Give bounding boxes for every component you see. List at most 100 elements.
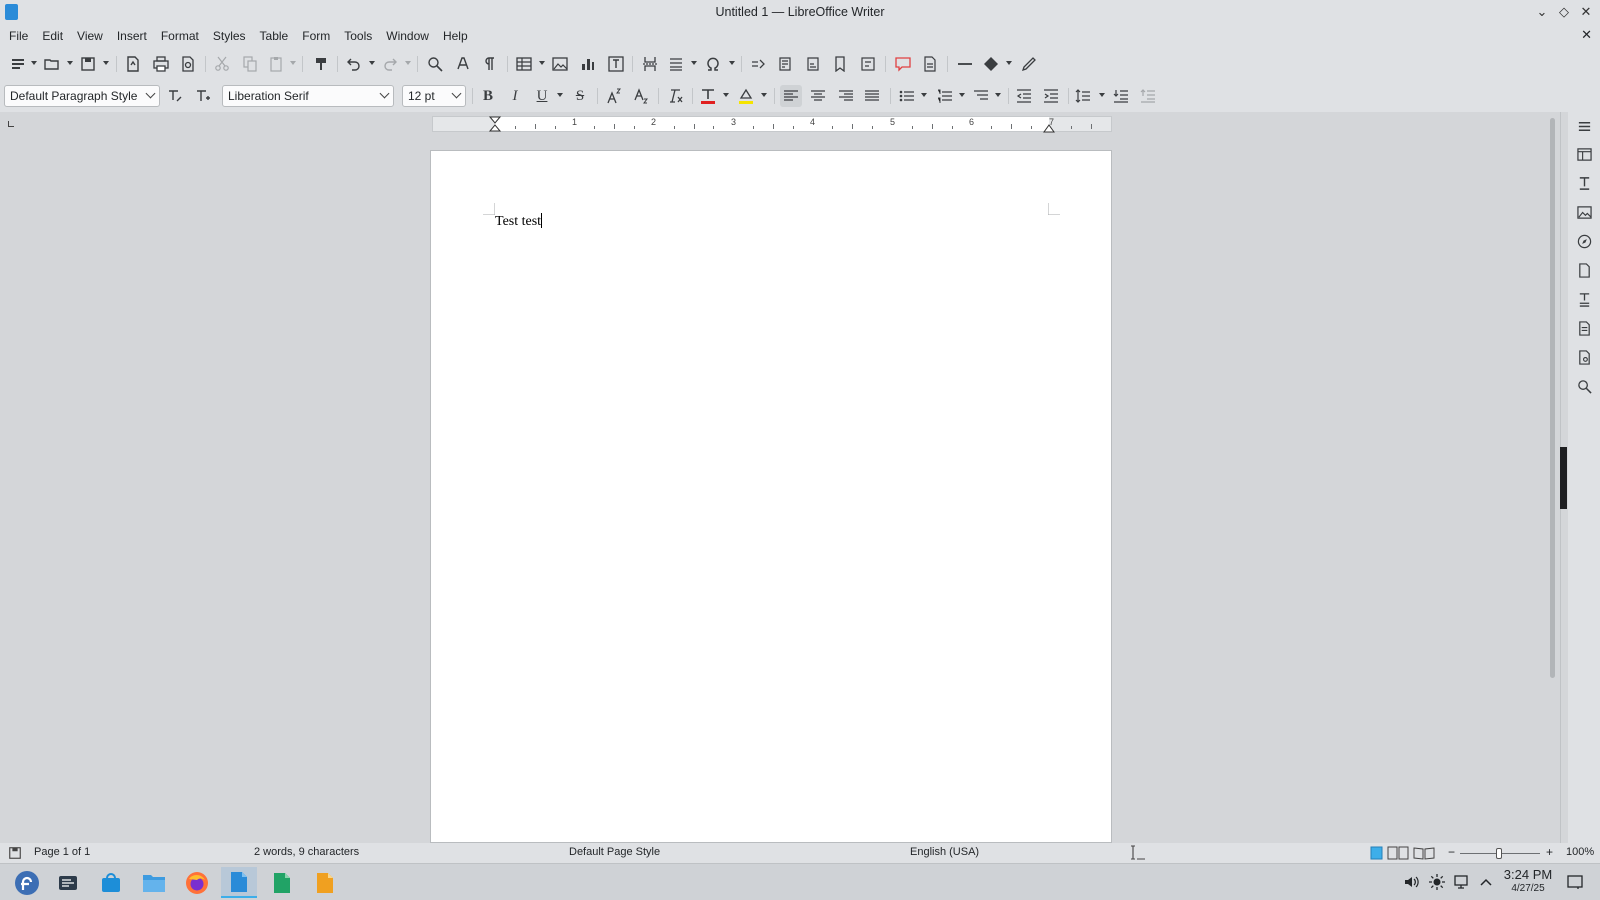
- table-dropdown-icon[interactable]: [539, 61, 545, 65]
- page-style-status[interactable]: Default Page Style: [569, 846, 660, 858]
- redo-icon[interactable]: [380, 54, 400, 74]
- subscript-icon[interactable]: [631, 86, 651, 106]
- libreoffice-impress-taskbar-icon[interactable]: [307, 867, 343, 898]
- italic-button[interactable]: I: [505, 86, 525, 106]
- footnote-icon[interactable]: [775, 54, 795, 74]
- align-center-button[interactable]: [808, 86, 828, 106]
- sidebar-properties-icon[interactable]: [1574, 144, 1594, 164]
- special-character-dropdown-icon[interactable]: [729, 61, 735, 65]
- insert-chart-icon[interactable]: [578, 54, 598, 74]
- document-modified-icon[interactable]: [8, 846, 22, 860]
- new-document-icon[interactable]: [8, 54, 28, 74]
- document-page[interactable]: Test test: [430, 150, 1112, 843]
- bookmark-icon[interactable]: [830, 54, 850, 74]
- font-size-combo[interactable]: 12 pt: [402, 85, 466, 107]
- highlight-dropdown-icon[interactable]: [761, 93, 767, 97]
- save-dropdown-icon[interactable]: [103, 61, 109, 65]
- book-view-icon[interactable]: [1413, 846, 1435, 860]
- undo-dropdown-icon[interactable]: [369, 61, 375, 65]
- sidebar-style-inspector-icon[interactable]: [1574, 289, 1594, 309]
- selection-mode-icon[interactable]: [1128, 845, 1148, 861]
- tab-stop-selector-icon[interactable]: [8, 121, 14, 127]
- zoom-slider-handle[interactable]: [1496, 848, 1502, 859]
- new-style-icon[interactable]: [193, 86, 213, 106]
- sidebar-gallery-icon[interactable]: [1574, 202, 1594, 222]
- zoom-in-button[interactable]: +: [1546, 845, 1553, 859]
- paste-dropdown-icon[interactable]: [290, 61, 296, 65]
- unordered-list-dropdown-icon[interactable]: [921, 93, 927, 97]
- brightness-icon[interactable]: [1428, 873, 1446, 891]
- file-manager-icon[interactable]: [136, 867, 172, 898]
- libreoffice-writer-taskbar-icon[interactable]: [221, 867, 257, 898]
- justify-button[interactable]: [862, 86, 882, 106]
- track-changes-icon[interactable]: [920, 54, 940, 74]
- sidebar-styles-icon[interactable]: [1574, 173, 1594, 193]
- menu-help[interactable]: Help: [436, 24, 475, 48]
- field-dropdown-icon[interactable]: [691, 61, 697, 65]
- copy-icon[interactable]: [240, 54, 260, 74]
- network-icon[interactable]: [1453, 873, 1471, 891]
- menu-tools[interactable]: Tools: [337, 24, 379, 48]
- undo-icon[interactable]: [344, 54, 364, 74]
- font-name-combo[interactable]: Liberation Serif: [222, 85, 394, 107]
- maximize-button[interactable]: ◇: [1554, 2, 1574, 22]
- endnote-icon[interactable]: [803, 54, 823, 74]
- strikethrough-button[interactable]: S: [570, 86, 590, 106]
- increase-indent-icon[interactable]: [1041, 86, 1061, 106]
- clock[interactable]: 3:24 PM 4/27/25: [1496, 867, 1560, 895]
- sidebar-collapse-handle[interactable]: [1560, 447, 1567, 509]
- save-icon[interactable]: [78, 54, 98, 74]
- zoom-level[interactable]: 100%: [1566, 846, 1594, 858]
- sidebar-menu-icon[interactable]: [1574, 116, 1594, 136]
- libreoffice-calc-taskbar-icon[interactable]: [264, 867, 300, 898]
- single-page-view-icon[interactable]: [1370, 846, 1383, 860]
- cut-icon[interactable]: [212, 54, 232, 74]
- shapes-dropdown-icon[interactable]: [1006, 61, 1012, 65]
- outline-dropdown-icon[interactable]: [995, 93, 1001, 97]
- menu-insert[interactable]: Insert: [110, 24, 154, 48]
- insert-image-icon[interactable]: [550, 54, 570, 74]
- system-tray-expand-icon[interactable]: [1477, 873, 1495, 891]
- indent-marker-icon[interactable]: [489, 116, 501, 132]
- menu-file[interactable]: File: [2, 24, 35, 48]
- decrease-paragraph-spacing-icon[interactable]: [1138, 86, 1158, 106]
- ordered-list-icon[interactable]: [935, 86, 955, 106]
- new-dropdown-icon[interactable]: [31, 61, 37, 65]
- document-body-text[interactable]: Test test: [495, 213, 543, 230]
- close-document-icon[interactable]: ✕: [1581, 27, 1592, 43]
- vertical-scrollbar[interactable]: [1546, 112, 1560, 843]
- align-left-button[interactable]: [780, 85, 802, 107]
- cross-reference-icon[interactable]: [858, 54, 878, 74]
- volume-icon[interactable]: [1402, 873, 1420, 891]
- sidebar-page-icon[interactable]: [1574, 260, 1594, 280]
- hyperlink-icon[interactable]: [748, 54, 768, 74]
- menu-format[interactable]: Format: [154, 24, 206, 48]
- print-preview-icon[interactable]: [178, 54, 198, 74]
- software-store-icon[interactable]: [93, 867, 129, 898]
- insert-textbox-icon[interactable]: [606, 54, 626, 74]
- insert-table-icon[interactable]: [514, 54, 534, 74]
- highlight-color-icon[interactable]: [736, 86, 756, 106]
- horizontal-ruler[interactable]: 1 2 3 4 5 6 7: [432, 116, 1112, 133]
- sidebar-navigator-icon[interactable]: [1574, 231, 1594, 251]
- insert-field-icon[interactable]: [666, 54, 686, 74]
- right-indent-marker-icon[interactable]: [1043, 123, 1055, 133]
- open-dropdown-icon[interactable]: [67, 61, 73, 65]
- paste-icon[interactable]: [266, 54, 286, 74]
- line-spacing-icon[interactable]: [1073, 86, 1093, 106]
- sidebar-design-icon[interactable]: [1574, 347, 1594, 367]
- page-count[interactable]: Page 1 of 1: [34, 846, 90, 858]
- redo-dropdown-icon[interactable]: [405, 61, 411, 65]
- print-icon[interactable]: [151, 54, 171, 74]
- menu-table[interactable]: Table: [253, 24, 296, 48]
- font-color-icon[interactable]: [698, 86, 718, 106]
- decrease-indent-icon[interactable]: [1014, 86, 1034, 106]
- align-right-button[interactable]: [836, 86, 856, 106]
- menu-edit[interactable]: Edit: [35, 24, 70, 48]
- menu-window[interactable]: Window: [379, 24, 436, 48]
- task-manager-icon[interactable]: [50, 867, 86, 898]
- page-break-icon[interactable]: [640, 54, 660, 74]
- insert-line-icon[interactable]: [955, 54, 975, 74]
- word-count[interactable]: 2 words, 9 characters: [254, 846, 359, 858]
- menu-styles[interactable]: Styles: [206, 24, 253, 48]
